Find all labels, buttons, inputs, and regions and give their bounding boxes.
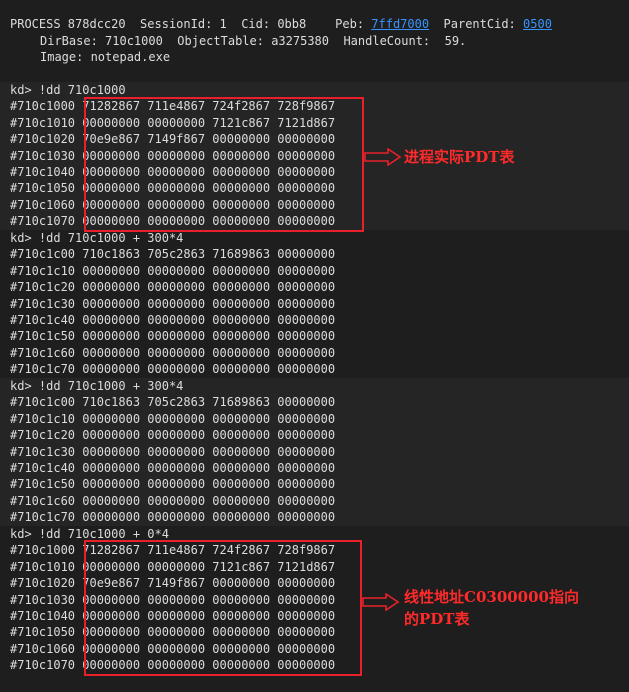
peb-label: Peb: (335, 17, 365, 31)
image-name: Image: notepad.exe (40, 50, 171, 64)
dirbase: DirBase: 710c1000 (40, 34, 163, 48)
dd-output-block-3: kd> !dd 710c1000 + 300*4 #710c1c00 710c1… (0, 378, 629, 526)
memory-row: #710c1c60 00000000 00000000 00000000 000… (10, 493, 336, 508)
process-id: PROCESS 878dcc20 (10, 17, 126, 31)
dd-output-block-2: kd> !dd 710c1000 + 300*4 #710c1c00 710c1… (0, 230, 629, 378)
arrow-right-icon (364, 148, 402, 166)
arrow-right-icon (362, 593, 400, 611)
annotation-linear-pdt-1: 线性地址C0300000指向 (404, 588, 579, 606)
annotation-actual-pdt: 进程实际PDT表 (404, 148, 515, 166)
highlight-box-pdt (84, 97, 364, 232)
memory-row: #710c1c20 00000000 00000000 00000000 000… (10, 428, 336, 443)
parent-cid-link[interactable]: 0500 (523, 17, 552, 31)
memory-row: #710c1c70 00000000 00000000 00000000 000… (10, 510, 336, 525)
session-id: SessionId: 1 (140, 17, 227, 31)
memory-row: #710c1c50 00000000 00000000 00000000 000… (10, 329, 336, 344)
memory-row: #710c1c30 00000000 00000000 00000000 000… (10, 296, 336, 311)
memory-row: #710c1c50 00000000 00000000 00000000 000… (10, 477, 336, 492)
memory-row: #710c1c20 00000000 00000000 00000000 000… (10, 280, 336, 295)
process-line-1: PROCESS 878dcc20 SessionId: 1 Cid: 0bb8 … (10, 16, 552, 32)
object-table: ObjectTable: a3275380 (177, 34, 329, 48)
command-line: kd> !dd 710c1000 + 300*4 (10, 379, 184, 393)
cid: Cid: 0bb8 (241, 17, 307, 31)
memory-row: #710c1c10 00000000 00000000 00000000 000… (10, 411, 336, 426)
parent-cid-label: ParentCid: (443, 17, 516, 31)
highlight-box-pdt-linear (84, 540, 362, 676)
memory-row: #710c1c30 00000000 00000000 00000000 000… (10, 444, 336, 459)
memory-row: #710c1c00 710c1863 705c2863 71689863 000… (10, 395, 336, 410)
annotation-linear-pdt-2: 的PDT表 (404, 610, 470, 628)
memory-row: #710c1c40 00000000 00000000 00000000 000… (10, 461, 336, 475)
handle-count: HandleCount: 59. (343, 34, 467, 48)
memory-row: #710c1c10 00000000 00000000 00000000 000… (10, 263, 336, 278)
memory-row: #710c1c00 710c1863 705c2863 71689863 000… (10, 247, 336, 262)
process-header: PROCESS 878dcc20 SessionId: 1 Cid: 0bb8 … (0, 0, 629, 80)
process-line-2: DirBase: 710c1000 ObjectTable: a3275380 … (40, 33, 466, 49)
command-line: kd> !dd 710c1000 + 300*4 (10, 231, 184, 245)
peb-link[interactable]: 7ffd7000 (371, 17, 429, 31)
command-line: kd> !dd 710c1000 (10, 83, 126, 97)
memory-row: #710c1c40 00000000 00000000 00000000 000… (10, 313, 336, 327)
memory-row: #710c1c60 00000000 00000000 00000000 000… (10, 345, 336, 360)
memory-row: #710c1c70 00000000 00000000 00000000 000… (10, 362, 336, 377)
